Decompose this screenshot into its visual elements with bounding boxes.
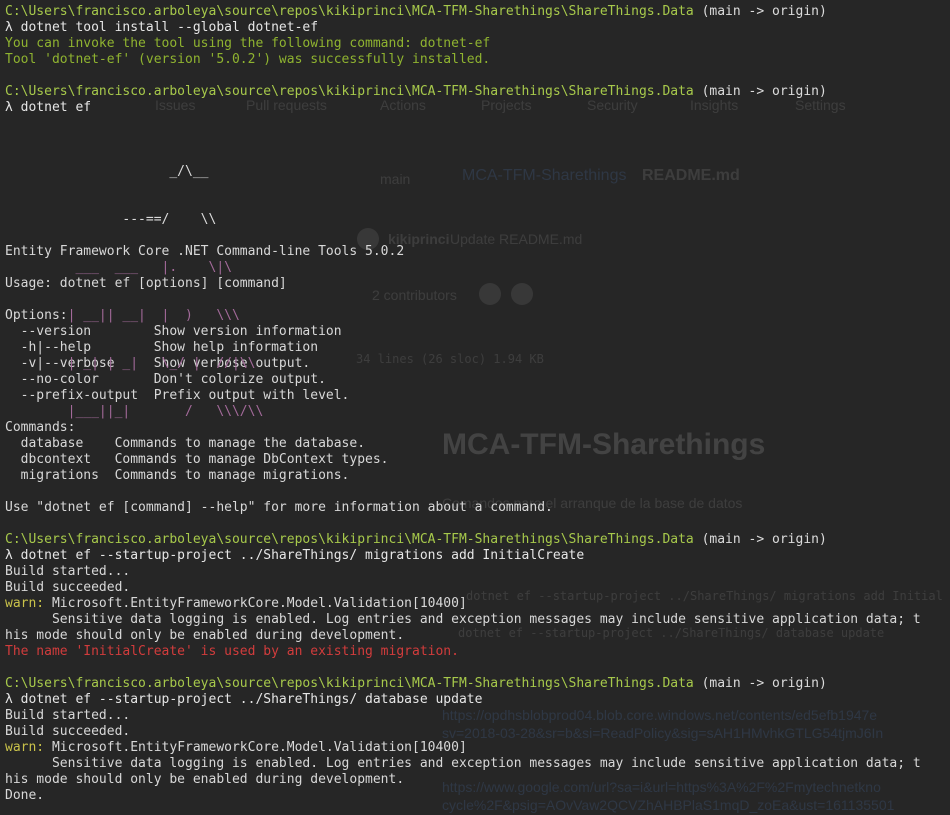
logo-row: ___ ___ |. \|\	[5, 260, 232, 275]
prompt-line: C:\Users\francisco.arboleya\source\repos…	[5, 532, 950, 548]
warning-detail: Sensitive data logging is enabled. Log e…	[5, 756, 921, 771]
prompt-path: C:\Users\francisco.arboleya\source\repos…	[5, 676, 694, 691]
terminal-output[interactable]: C:\Users\francisco.arboleya\source\repos…	[5, 4, 950, 804]
prompt-line: C:\Users\francisco.arboleya\source\repos…	[5, 4, 950, 20]
prompt-path: C:\Users\francisco.arboleya\source\repos…	[5, 4, 694, 19]
logo-row: | _| | _| \_/ | //|\\	[5, 356, 256, 371]
prompt-path: C:\Users\francisco.arboleya\source\repos…	[5, 532, 694, 547]
logo-row: | __|| __| | ) \\\	[5, 308, 240, 323]
warning-line: warn: Microsoft.EntityFrameworkCore.Mode…	[5, 596, 950, 612]
prompt-branch: (main -> origin)	[693, 676, 827, 691]
prompt-path: C:\Users\francisco.arboleya\source\repos…	[5, 84, 694, 99]
prompt-branch: (main -> origin)	[693, 84, 827, 99]
build-succeeded: Build succeeded.	[5, 724, 131, 739]
build-started: Build started...	[5, 564, 131, 579]
warn-label: warn:	[5, 740, 45, 755]
command-line: λ dotnet tool install --global dotnet-ef	[5, 20, 319, 35]
warn-text: Microsoft.EntityFrameworkCore.Model.Vali…	[44, 596, 467, 611]
warning-detail: his mode should only be enabled during d…	[5, 772, 405, 787]
command-line: λ dotnet ef --startup-project ../ShareTh…	[5, 692, 483, 707]
command-line: λ dotnet ef --startup-project ../ShareTh…	[5, 548, 585, 563]
command-entry: dbcontext Commands to manage DbContext t…	[5, 452, 389, 467]
warning-line: warn: Microsoft.EntityFrameworkCore.Mode…	[5, 740, 950, 756]
warning-detail: his mode should only be enabled during d…	[5, 628, 405, 643]
help-hint: Use "dotnet ef [command] --help" for mor…	[5, 500, 553, 515]
output-line: You can invoke the tool using the follow…	[5, 36, 491, 51]
prompt-line: C:\Users\francisco.arboleya\source\repos…	[5, 676, 950, 692]
logo-row: _/\__	[5, 164, 209, 179]
logo-row: ---==/ \\	[5, 212, 217, 227]
prompt-branch: (main -> origin)	[693, 4, 827, 19]
error-message: The name 'InitialCreate' is used by an e…	[5, 644, 459, 659]
prompt-line: C:\Users\francisco.arboleya\source\repos…	[5, 84, 950, 100]
command-entry: migrations Commands to manage migrations…	[5, 468, 350, 483]
warn-text: Microsoft.EntityFrameworkCore.Model.Vali…	[44, 740, 467, 755]
output-line: Tool 'dotnet-ef' (version '5.0.2') was s…	[5, 52, 491, 67]
prompt-branch: (main -> origin)	[693, 532, 827, 547]
ef-ascii-logo: _/\__ ---==/ \\ ___ ___ |. \|\ | __|| __…	[5, 132, 950, 419]
warning-detail: Sensitive data logging is enabled. Log e…	[5, 612, 921, 627]
done-line: Done.	[5, 788, 45, 803]
build-succeeded: Build succeeded.	[5, 580, 131, 595]
logo-row: |___||_| / \\\/\\	[5, 404, 264, 419]
command-line: λ dotnet ef	[5, 100, 92, 115]
build-started: Build started...	[5, 708, 131, 723]
warn-label: warn:	[5, 596, 45, 611]
